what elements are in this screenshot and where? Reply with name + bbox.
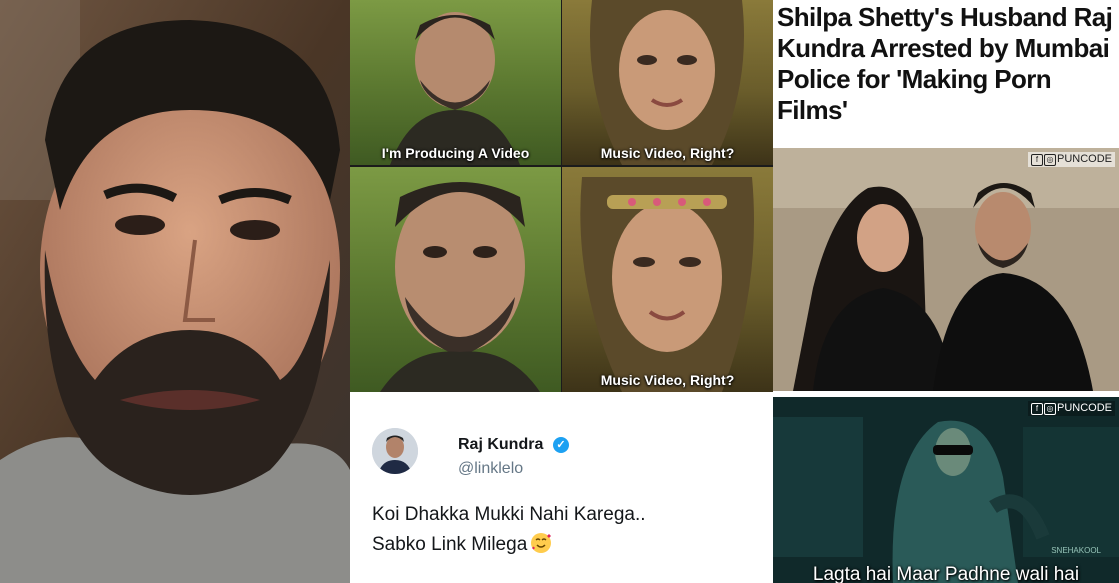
- woman-cartoon-image-headband: [580, 177, 754, 392]
- facebook-icon: f: [1030, 403, 1043, 415]
- couple-photo: f ◎ PUNCODE: [773, 148, 1119, 391]
- brand-label-film: PUNCODE: [1056, 402, 1112, 414]
- news-headline: Shilpa Shetty's Husband Raj Kundra Arres…: [777, 2, 1113, 125]
- film-scene-image: [773, 397, 1119, 583]
- couple-image: [773, 148, 1119, 391]
- meme-caption-4: Music Video, Right?: [600, 372, 735, 388]
- meme-cell-1: I'm Producing A Video: [350, 0, 561, 165]
- woman-cartoon-image: [590, 0, 744, 165]
- signature: SNEHAKOOL: [1051, 546, 1101, 555]
- verified-badge-icon: ✓: [553, 437, 569, 453]
- avatar[interactable]: [372, 428, 418, 474]
- profile-photo-image: [372, 428, 418, 474]
- tweet-line-1: Koi Dhakka Mukki Nahi Karega..: [372, 504, 646, 525]
- man-selfie-image: [0, 0, 350, 583]
- meme-cell-2: Music Video, Right?: [562, 0, 773, 165]
- man-cartoon-image-closeup: [380, 182, 540, 392]
- tweet-author-handle[interactable]: @linklelo: [458, 460, 523, 478]
- watermark-film: f ◎ PUNCODE: [1027, 401, 1115, 416]
- meme-grid: I'm Producing A Video Music Video, Right…: [350, 0, 773, 392]
- tweet-line-2: Sabko Link Milega: [372, 530, 646, 560]
- tweet-body: Koi Dhakka Mukki Nahi Karega.. Sabko Lin…: [372, 500, 646, 560]
- film-caption: Lagta hai Maar Padhne wali hai: [812, 564, 1080, 583]
- meme-cell-3: [350, 167, 561, 392]
- man-cartoon-image: [390, 12, 520, 165]
- film-still: f ◎ PUNCODE SNEHAKOOL Lagta hai Maar Padhn…: [773, 397, 1119, 583]
- tweet-card: Raj Kundra ✓ @linklelo Koi Dhakka Mukki …: [350, 392, 773, 583]
- instagram-icon: ◎: [1043, 154, 1056, 166]
- smiling-hearts-emoji-icon: [531, 533, 552, 553]
- meme-caption-1: I'm Producing A Video: [381, 145, 530, 161]
- facebook-icon: f: [1030, 154, 1043, 166]
- watermark: f ◎ PUNCODE: [1027, 152, 1115, 167]
- meme-caption-2: Music Video, Right?: [600, 145, 735, 161]
- tweet-line-2-text: Sabko Link Milega: [372, 534, 528, 555]
- brand-label: PUNCODE: [1056, 153, 1112, 165]
- tweet-author-name[interactable]: Raj Kundra: [458, 436, 543, 454]
- selfie-photo: [0, 0, 350, 583]
- meme-cell-4: Music Video, Right?: [562, 167, 773, 392]
- news-headline-panel: Shilpa Shetty's Husband Raj Kundra Arres…: [773, 0, 1119, 138]
- instagram-icon: ◎: [1043, 403, 1056, 415]
